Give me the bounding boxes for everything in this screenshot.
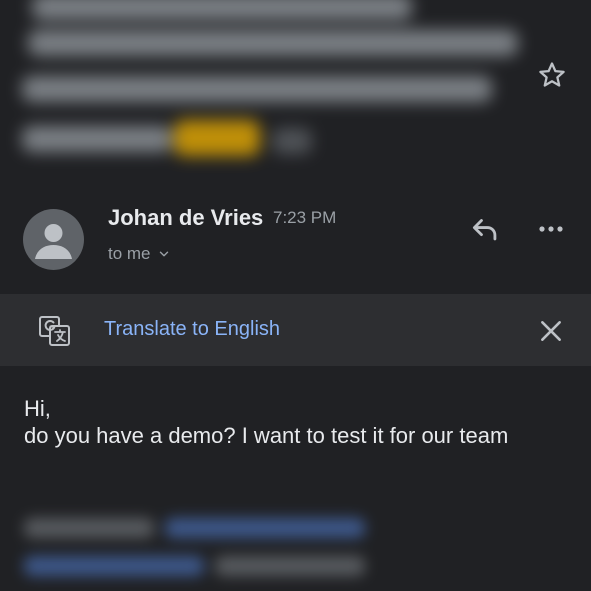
redacted-text — [22, 126, 172, 152]
person-avatar-icon — [35, 224, 72, 259]
reply-icon[interactable] — [468, 212, 502, 246]
redacted-text — [22, 76, 492, 102]
sender-avatar[interactable] — [23, 209, 84, 270]
redacted-text — [215, 556, 365, 576]
google-translate-icon — [39, 316, 70, 346]
chevron-down-icon — [159, 251, 168, 257]
email-view: Johan de Vries 7:23 PM to me Translate t… — [0, 0, 591, 591]
email-signature-redacted — [20, 510, 380, 590]
redacted-text — [24, 518, 154, 538]
email-greeting: Hi, — [24, 396, 51, 421]
more-horizontal-icon[interactable] — [536, 214, 566, 244]
redacted-link — [165, 518, 365, 538]
redacted-text — [32, 0, 412, 20]
recipient-details-toggle[interactable]: to me — [108, 244, 171, 264]
redacted-link — [24, 556, 204, 576]
email-message: do you have a demo? I want to test it fo… — [24, 423, 509, 448]
email-body: Hi, do you have a demo? I want to test i… — [24, 395, 544, 449]
translate-to-english-link[interactable]: Translate to English — [104, 318, 280, 341]
email-subject-redacted — [22, 0, 518, 175]
close-icon[interactable] — [538, 318, 564, 344]
star-outline-icon[interactable] — [537, 60, 567, 90]
redacted-text — [28, 30, 518, 56]
email-timestamp: 7:23 PM — [273, 208, 337, 227]
recipient-label: to me — [108, 244, 151, 263]
translate-bar: Translate to English — [0, 294, 591, 366]
label-chip-redacted — [174, 120, 260, 156]
redacted-text — [272, 128, 312, 154]
sender-name: Johan de Vries — [108, 205, 264, 230]
